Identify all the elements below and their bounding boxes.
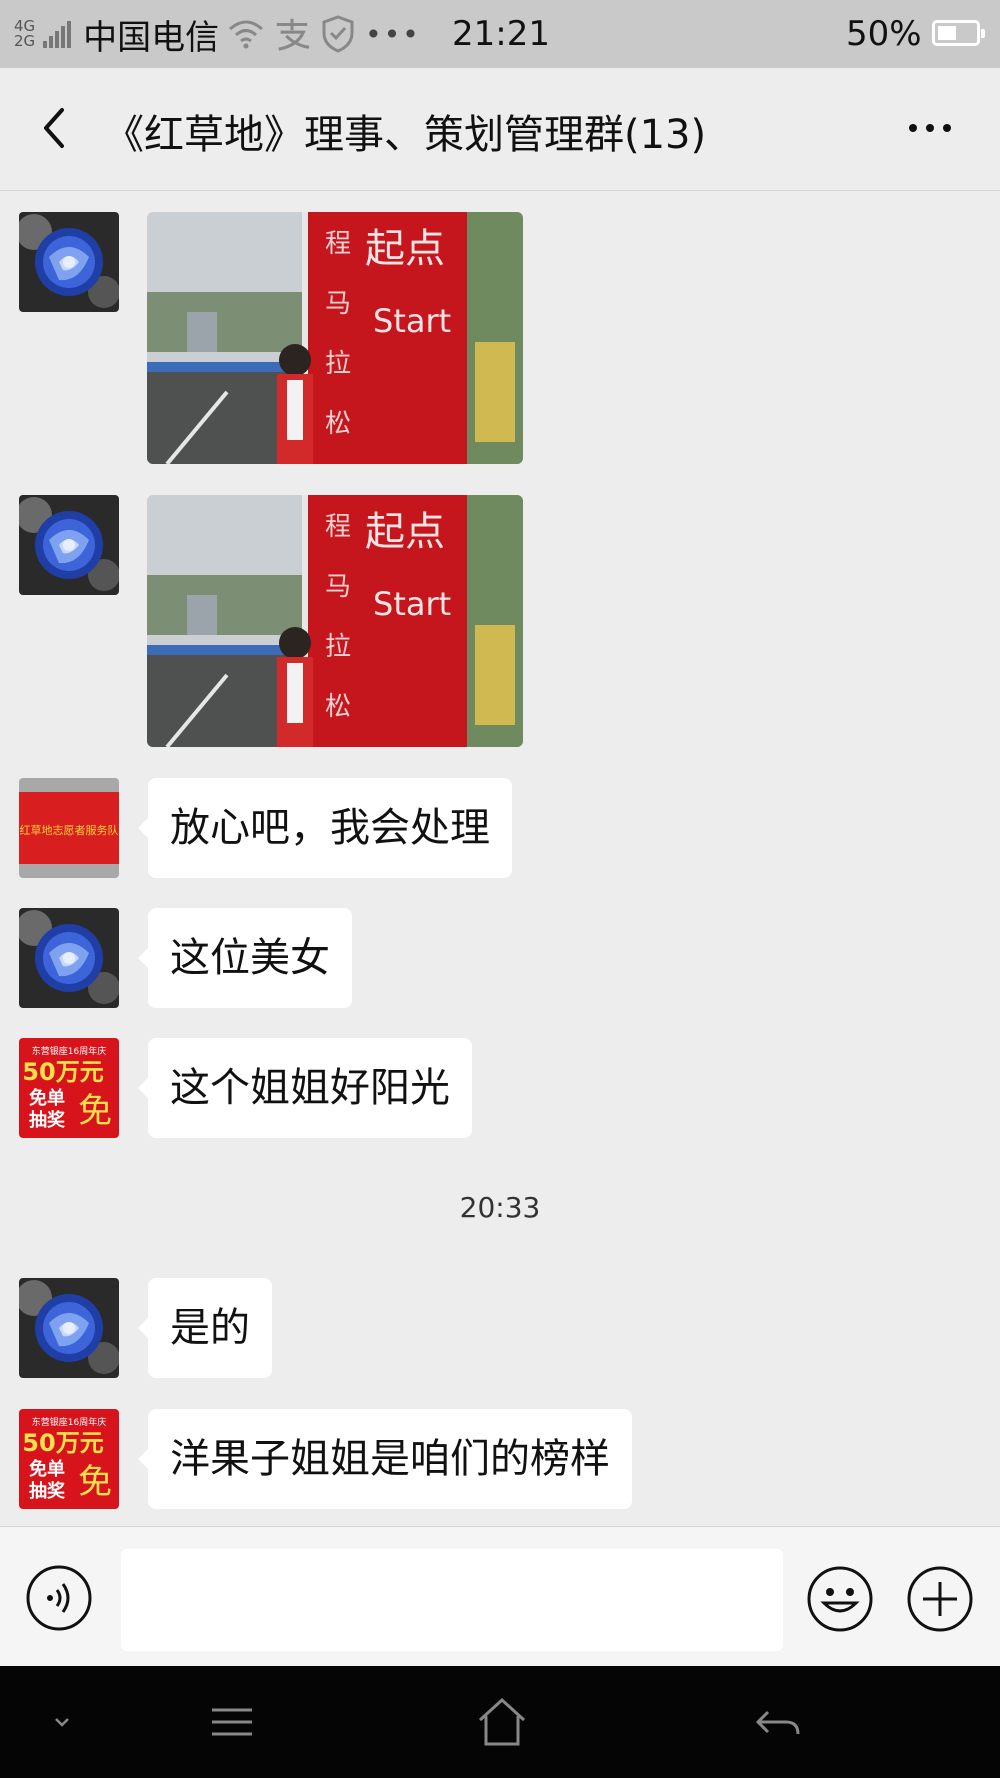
photo-text: Start [373, 585, 451, 623]
carrier-name: 中国电信 [83, 17, 220, 58]
avatar-poster-text: 抽奖 [29, 1109, 66, 1131]
photo-text: 起点 [365, 509, 445, 555]
chat-photo[interactable]: 程 马 拉 松 起点 Start [147, 212, 523, 464]
avatar-poster-text: 免单 [29, 1458, 65, 1480]
blue-rose-avatar[interactable] [19, 1278, 119, 1378]
message-bubble[interactable]: 放心吧，我会处理 [138, 778, 512, 878]
back-nav-button[interactable] [748, 1694, 808, 1750]
hide-nav-button[interactable] [32, 1694, 92, 1750]
menu-icon [212, 1708, 252, 1736]
network-type: 4G 2G [14, 19, 35, 49]
avatar-poster-text: 免单 [29, 1087, 65, 1109]
wifi-icon [227, 15, 265, 53]
more-options-button[interactable] [900, 102, 960, 154]
plus-button[interactable] [906, 1565, 974, 1633]
home-button[interactable] [472, 1694, 532, 1750]
emoji-button[interactable] [806, 1565, 874, 1633]
input-bar [0, 1526, 1000, 1667]
photo-text: 拉 [325, 632, 351, 662]
lottery-poster-avatar[interactable]: 东营银座16周年庆 50万元 免单 抽奖 免 [19, 1038, 119, 1138]
blue-rose-avatar[interactable] [19, 495, 119, 595]
emoji-icon [807, 1566, 873, 1632]
signal-icon [43, 20, 72, 48]
avatar-poster-text: 50万元 [22, 1429, 103, 1457]
avatar-poster-text: 东营银座16周年庆 [32, 1416, 106, 1428]
voice-button[interactable] [26, 1565, 92, 1631]
home-icon [478, 1697, 526, 1746]
blue-rose-avatar[interactable] [19, 212, 119, 312]
back-arrow-icon [755, 1710, 800, 1735]
message-input[interactable] [121, 1549, 783, 1651]
photo-text: 马 [325, 572, 351, 602]
alipay-icon [273, 15, 311, 53]
blue-rose-avatar[interactable] [19, 908, 119, 1008]
avatar-poster-text: 抽奖 [29, 1480, 66, 1502]
photo-text: 拉 [325, 349, 351, 379]
photo-text: 起点 [365, 226, 445, 272]
chat-header: 《红草地》理事、策划管理群(13) [0, 68, 1000, 191]
back-button[interactable] [26, 98, 86, 158]
voice-icon [26, 1565, 92, 1631]
chat-title: 《红草地》理事、策划管理群(13) [104, 112, 707, 158]
network-type-bottom: 2G [14, 32, 36, 50]
chat-photo[interactable]: 程 马 拉 松 起点 Start [147, 495, 523, 747]
clock: 21:21 [452, 14, 550, 54]
photo-text: 程 [325, 229, 351, 259]
avatar-poster-text: 东营银座16周年庆 [32, 1045, 106, 1057]
avatar-poster-text: 免 [78, 1091, 112, 1131]
message-list[interactable]: 程 马 拉 松 起点 Start 程 马 拉 松 起点 Start 红草地志愿者… [0, 191, 1000, 1526]
chevron-down-icon [55, 1718, 69, 1727]
photo-text: 松 [325, 692, 351, 722]
message-bubble[interactable]: 洋果子姐姐是咱们的榜样 [138, 1409, 632, 1509]
shield-icon [319, 15, 357, 53]
avatar-banner-text: 红草地志愿者服务队 [20, 823, 119, 837]
recent-apps-button[interactable] [202, 1694, 262, 1750]
status-bar: 4G 2G 中国电信 ••• 21:21 50% [0, 0, 1000, 68]
chevron-left-icon [44, 108, 64, 148]
system-nav-bar [0, 1666, 1000, 1778]
red-banner-avatar[interactable]: 红草地志愿者服务队 [19, 778, 119, 878]
battery-percent: 50% [846, 14, 922, 54]
more-horizontal-icon [909, 124, 917, 132]
message-bubble[interactable]: 这位美女 [138, 908, 352, 1008]
avatar-poster-text: 免 [78, 1462, 112, 1502]
battery-icon [932, 20, 985, 46]
photo-text: 马 [325, 289, 351, 319]
photo-text: Start [373, 302, 451, 340]
photo-text: 程 [325, 512, 351, 542]
lottery-poster-avatar[interactable]: 东营银座16周年庆 50万元 免单 抽奖 免 [19, 1409, 119, 1509]
message-timestamp: 20:33 [459, 1191, 541, 1224]
status-left-group: 4G 2G 中国电信 ••• [14, 0, 421, 68]
plus-circle-icon [907, 1566, 973, 1632]
message-bubble[interactable]: 这个姐姐好阳光 [138, 1038, 472, 1138]
photo-text: 松 [325, 409, 351, 439]
message-bubble[interactable]: 是的 [138, 1278, 272, 1378]
avatar-poster-text: 50万元 [22, 1058, 103, 1086]
more-dots-icon: ••• [365, 17, 421, 51]
